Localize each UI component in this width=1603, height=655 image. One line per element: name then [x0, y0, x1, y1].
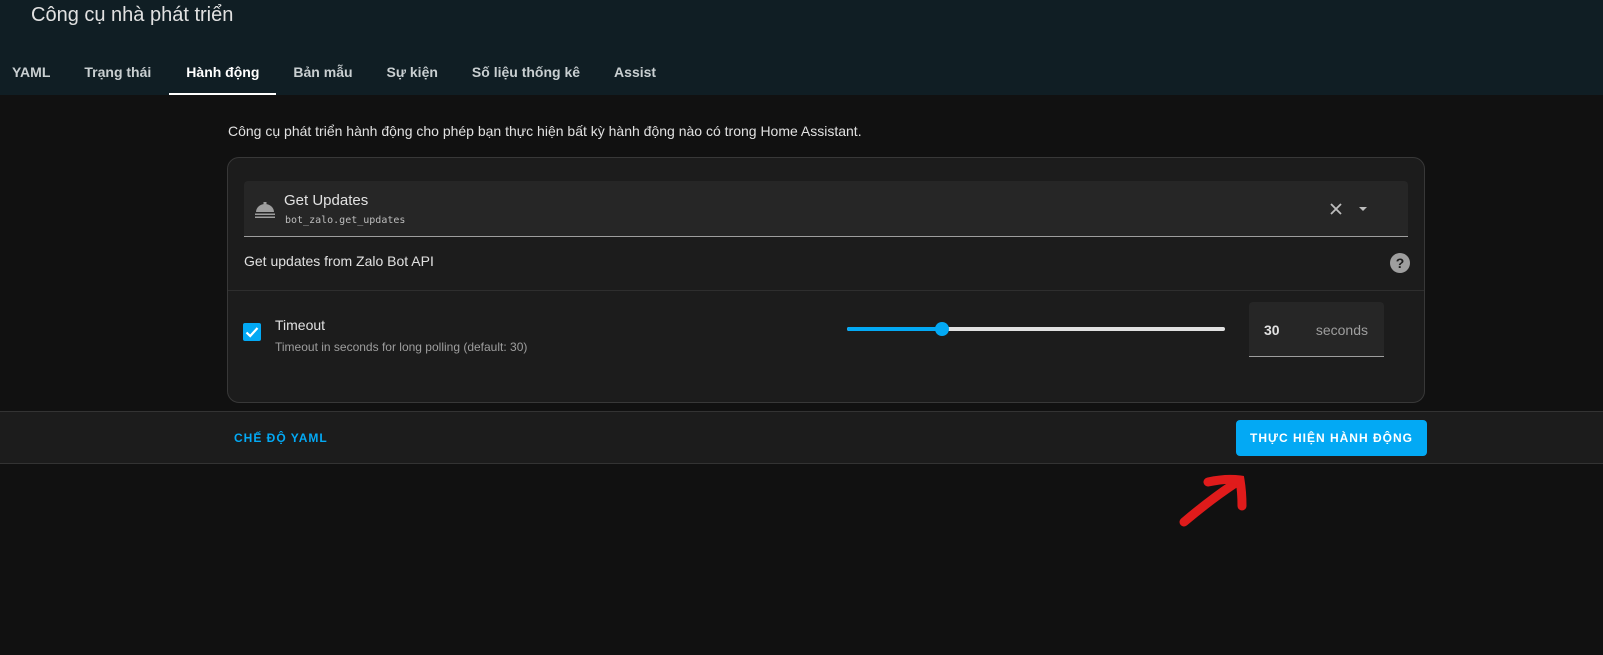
tab-templates[interactable]: Bản mẫu	[293, 48, 352, 95]
action-footer: CHẾ ĐỘ YAML THỰC HIỆN HÀNH ĐỘNG	[0, 411, 1603, 464]
top-app-bar: Công cụ nhà phát triển YAML Trạng thái H…	[0, 0, 1603, 95]
page-title: Công cụ nhà phát triển	[31, 4, 234, 26]
tab-assist[interactable]: Assist	[614, 48, 656, 95]
tab-bar: YAML Trạng thái Hành động Bản mẫu Sự kiệ…	[0, 48, 656, 95]
timeout-checkbox[interactable]	[243, 323, 261, 341]
timeout-input[interactable]: 30 seconds	[1249, 302, 1384, 357]
help-icon[interactable]: ?	[1390, 253, 1410, 273]
service-description: Get updates from Zalo Bot API	[244, 253, 434, 269]
checkmark-icon	[245, 327, 259, 338]
timeout-slider[interactable]	[847, 321, 1225, 337]
run-action-button[interactable]: THỰC HIỆN HÀNH ĐỘNG	[1236, 420, 1427, 456]
timeout-label: Timeout	[275, 317, 326, 333]
tab-states[interactable]: Trạng thái	[84, 48, 151, 95]
slider-fill	[847, 327, 942, 331]
yaml-mode-button[interactable]: CHẾ ĐỘ YAML	[234, 431, 328, 445]
action-card: Get Updates bot_zalo.get_updates Get upd…	[227, 157, 1425, 403]
timeout-description: Timeout in seconds for long polling (def…	[275, 340, 528, 354]
service-name: Get Updates	[284, 192, 369, 209]
close-icon[interactable]	[1328, 201, 1344, 217]
chevron-down-icon[interactable]	[1357, 203, 1369, 215]
slider-thumb[interactable]	[934, 322, 949, 336]
bell-service-icon	[255, 202, 275, 218]
divider	[228, 290, 1424, 291]
action-picker[interactable]: Get Updates bot_zalo.get_updates	[244, 181, 1408, 237]
tab-statistics[interactable]: Số liệu thống kê	[472, 48, 580, 95]
page-description: Công cụ phát triển hành động cho phép bạ…	[228, 123, 862, 139]
annotation-arrow	[1179, 474, 1247, 527]
tab-actions[interactable]: Hành động	[169, 48, 277, 95]
timeout-unit: seconds	[1315, 322, 1368, 338]
tab-events[interactable]: Sự kiện	[387, 48, 438, 95]
timeout-value: 30	[1264, 322, 1280, 338]
service-id: bot_zalo.get_updates	[285, 215, 406, 226]
tab-yaml[interactable]: YAML	[12, 48, 50, 95]
